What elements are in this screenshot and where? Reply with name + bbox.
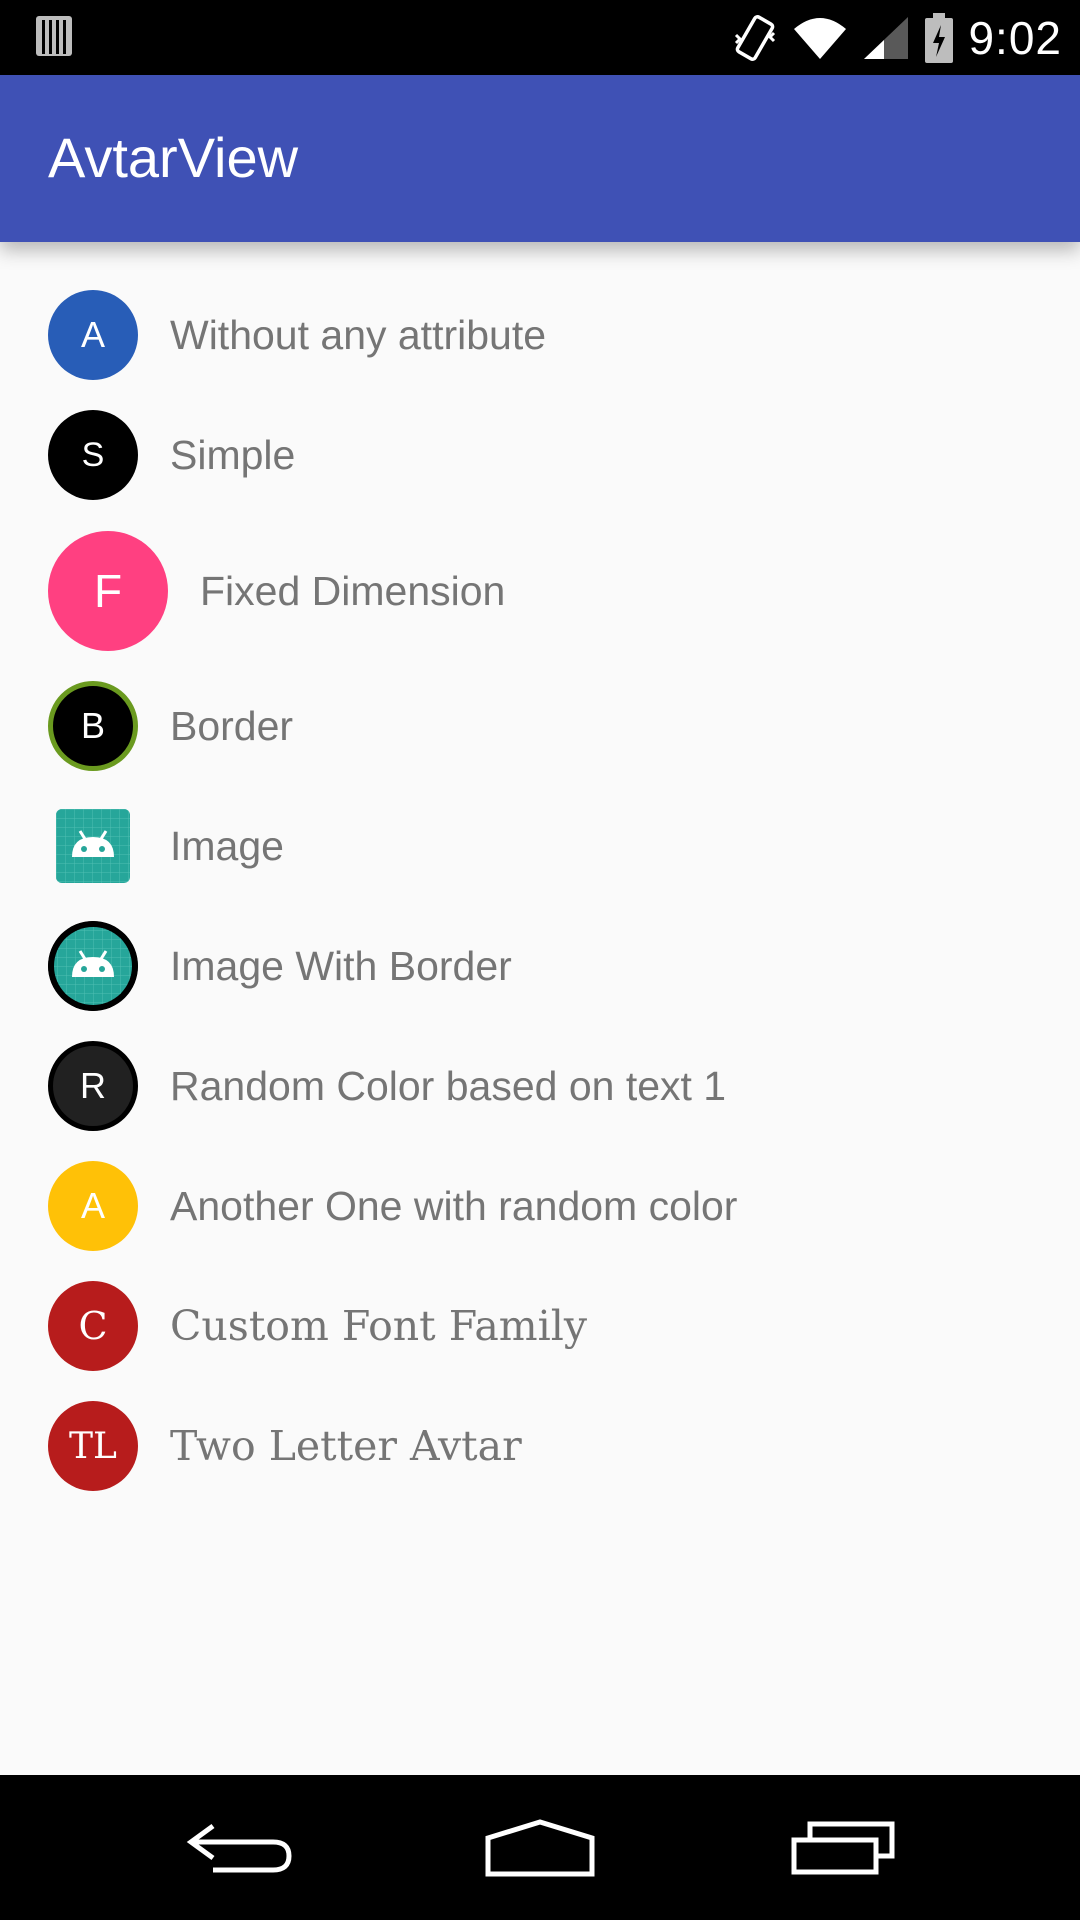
item-label: Without any attribute xyxy=(170,311,547,358)
signal-icon xyxy=(864,16,909,59)
list-item-simple[interactable]: S Simple xyxy=(48,410,295,500)
status-icons: 9:02 xyxy=(732,0,1062,75)
item-label: Two Letter Avtar xyxy=(170,1422,522,1470)
avatar-initials: F xyxy=(93,565,123,617)
avatar-initials: S xyxy=(81,435,105,474)
recents-icon xyxy=(791,1821,895,1874)
wifi-icon xyxy=(794,17,847,59)
storage-icon xyxy=(36,16,72,56)
avatar-initials: A xyxy=(80,1185,105,1226)
avatar: A xyxy=(48,1161,138,1251)
home-button[interactable] xyxy=(440,1775,640,1920)
back-button[interactable] xyxy=(140,1775,340,1920)
item-label: Image With Border xyxy=(170,942,512,989)
avatar-initials: R xyxy=(80,1065,106,1106)
android-icon xyxy=(48,921,138,1011)
item-label: Custom Font Family xyxy=(170,1302,588,1350)
list-item-another-random[interactable]: A Another One with random color xyxy=(48,1161,737,1251)
avatar-initials: TL xyxy=(69,1425,117,1467)
list-item-border[interactable]: B Border xyxy=(48,681,293,771)
item-label: Border xyxy=(170,702,294,749)
android-icon xyxy=(56,809,130,883)
list-item-image[interactable]: Image xyxy=(48,801,284,891)
avatar: R xyxy=(48,1041,138,1131)
avatar: TL xyxy=(48,1401,138,1491)
list-item-two-letter[interactable]: TL Two Letter Avtar xyxy=(48,1401,522,1491)
app-title: AvtarView xyxy=(48,126,299,189)
battery-icon xyxy=(925,12,954,63)
avatar-initials: C xyxy=(78,1304,108,1348)
item-label: Image xyxy=(170,822,284,869)
list-item-custom-font[interactable]: C Custom Font Family xyxy=(48,1281,587,1371)
back-icon xyxy=(186,1823,292,1872)
recents-button[interactable] xyxy=(743,1775,943,1920)
status-bar: 9:02 xyxy=(0,0,1080,75)
avatar-list: A Without any attribute S Simple F Fixed… xyxy=(0,242,1080,1775)
avatar xyxy=(48,921,138,1011)
list-item-without-attribute[interactable]: A Without any attribute xyxy=(48,290,546,380)
avatar-initials: B xyxy=(80,705,105,746)
avatar xyxy=(48,801,138,891)
list-item-random-color[interactable]: R Random Color based on text 1 xyxy=(48,1041,726,1131)
item-label: Simple xyxy=(170,431,296,478)
item-label: Random Color based on text 1 xyxy=(170,1062,727,1109)
status-time: 9:02 xyxy=(968,11,1062,64)
list-item-fixed-dimension[interactable]: F Fixed Dimension xyxy=(48,531,505,651)
avatar: A xyxy=(48,290,138,380)
avatar: S xyxy=(48,410,138,500)
home-icon xyxy=(485,1818,595,1876)
avatar: C xyxy=(48,1281,138,1371)
app-bar: AvtarView xyxy=(0,75,1080,242)
item-label: Another One with random color xyxy=(170,1182,738,1229)
navigation-bar xyxy=(0,1775,1080,1920)
list-item-image-with-border[interactable]: Image With Border xyxy=(48,921,512,1011)
avatar: F xyxy=(48,531,168,651)
avatar: B xyxy=(48,681,138,771)
avatar-initials: A xyxy=(80,314,105,355)
item-label: Fixed Dimension xyxy=(200,567,506,614)
vibrate-icon xyxy=(735,14,776,61)
